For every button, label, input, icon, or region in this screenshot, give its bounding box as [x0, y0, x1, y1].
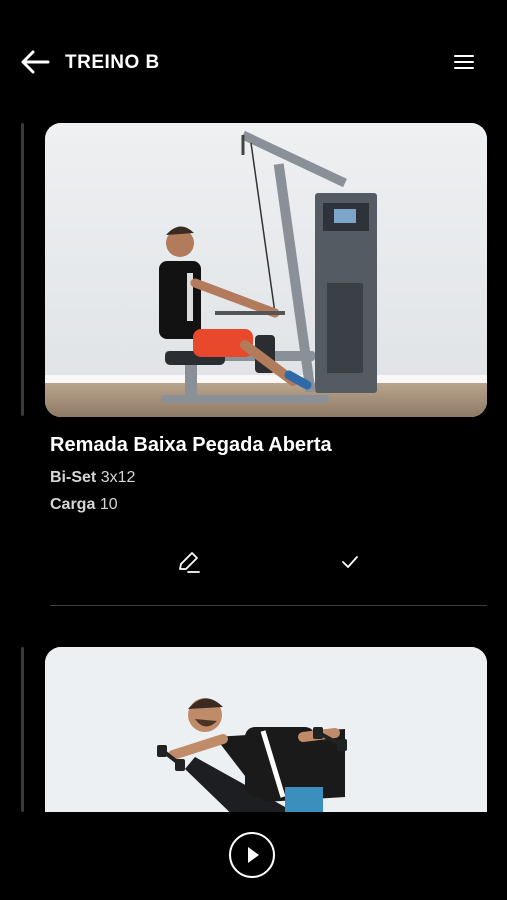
mark-done-button[interactable] [336, 548, 364, 576]
pencil-icon [179, 552, 200, 573]
sets-label: Bi-Set [50, 469, 97, 486]
sets-value: 3x12 [100, 469, 136, 486]
arrow-left-icon [21, 50, 50, 74]
card-rail [21, 123, 24, 416]
load-label: Carga [50, 496, 96, 513]
exercise-photo[interactable] [45, 123, 487, 417]
dumbbell-reverse-fly-photo [45, 647, 487, 827]
bottom-bar [0, 812, 507, 900]
seated-row-machine-photo [45, 123, 487, 417]
card-rail [21, 647, 24, 812]
check-icon [342, 556, 358, 568]
exercise-name: Remada Baixa Pegada Aberta [50, 434, 332, 456]
hamburger-menu-icon [454, 55, 474, 69]
edit-button[interactable] [175, 548, 203, 576]
load-value: 10 [99, 496, 118, 513]
top-app-bar: TREINO B [0, 0, 507, 120]
exercise-load: Carga 10 [50, 496, 118, 514]
page-title: TREINO B [65, 52, 160, 73]
play-icon [248, 847, 259, 863]
back-button[interactable] [18, 48, 52, 76]
exercise-sets: Bi-Set 3x12 [50, 469, 135, 487]
exercise-photo[interactable] [45, 647, 487, 827]
menu-button[interactable] [452, 52, 476, 72]
play-button[interactable] [229, 832, 275, 878]
card-divider [50, 605, 487, 606]
